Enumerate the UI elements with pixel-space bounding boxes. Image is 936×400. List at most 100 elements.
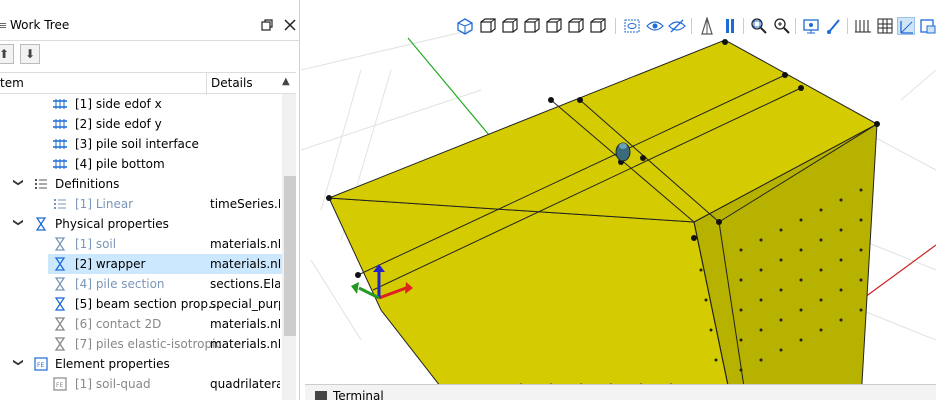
eye-off-icon[interactable]: [668, 17, 686, 35]
constraint-icon: [52, 156, 68, 172]
tree-row[interactable]: [1] soil materials.nD.: [0, 234, 282, 254]
tree-row-label: [1] Linear: [75, 197, 134, 211]
work-tree: [1] side edof x [2] side edof y [3] pile…: [0, 94, 282, 400]
element-icon: FE: [52, 376, 68, 392]
tree-row-details: materials.nD.: [210, 257, 280, 271]
panel-title: Work Tree: [10, 18, 70, 32]
column-divider[interactable]: [206, 73, 207, 95]
tree-row[interactable]: [7] piles elastic-isotropic materials.nD…: [0, 334, 282, 354]
chevron-down-icon[interactable]: ❯: [13, 178, 24, 186]
column-header: tem Details: [0, 72, 296, 95]
tree-group-element-properties[interactable]: ❯ FE Element properties: [0, 354, 282, 374]
vertical-scrollbar[interactable]: [282, 94, 296, 400]
chevron-down-icon[interactable]: ❯: [13, 358, 24, 366]
list-icon: [52, 196, 68, 212]
tree-row-label: [7] piles elastic-isotropic: [75, 337, 223, 351]
toolbar-separator: [615, 18, 616, 34]
view-left-icon[interactable]: [523, 17, 541, 35]
app-window: ≡ Work Tree ⬆ ⬇ tem Details ▲ [1] side: [0, 0, 936, 400]
hourglass-icon: [52, 296, 68, 312]
svg-text:FE: FE: [56, 382, 63, 389]
tree-group-label: Physical properties: [55, 217, 169, 231]
tree-row-label: [2] wrapper: [75, 257, 146, 271]
brush-icon[interactable]: [825, 17, 843, 35]
grid-icon[interactable]: [854, 17, 872, 35]
tree-row[interactable]: [1] Linear timeSeries.Lin: [0, 194, 282, 214]
tree-group-label: Definitions: [55, 177, 120, 191]
3d-viewport[interactable]: [301, 10, 936, 400]
tree-row-label: [5] beam section prop...: [75, 297, 220, 311]
tree-row[interactable]: [6] contact 2D materials.nD.: [0, 314, 282, 334]
zoom-icon[interactable]: [773, 17, 791, 35]
window-icon[interactable]: [919, 17, 936, 35]
eye-icon[interactable]: [646, 17, 664, 35]
tree-row[interactable]: [2] side edof y: [0, 114, 282, 134]
svg-text:FE: FE: [37, 362, 44, 369]
view-iso-icon[interactable]: [456, 17, 474, 35]
toolbar-separator: [795, 18, 796, 34]
tree-row-details: quadrilateral_: [210, 377, 280, 391]
tree-group-definitions[interactable]: ❯ Definitions: [0, 174, 282, 194]
tree-row-label: [2] side edof y: [75, 117, 162, 131]
show-hide-icon[interactable]: [623, 17, 641, 35]
tree-icon: ≡: [0, 19, 7, 32]
hourglass-icon: [52, 256, 68, 272]
tree-row-label: [4] pile bottom: [75, 157, 165, 171]
restore-icon[interactable]: [259, 18, 275, 34]
terminal-tab[interactable]: Terminal: [305, 384, 936, 400]
hourglass-icon: [33, 216, 49, 232]
work-tree-panel: ≡ Work Tree ⬆ ⬇ tem Details ▲ [1] side: [0, 0, 300, 400]
scrollbar-thumb[interactable]: [284, 176, 296, 336]
constraint-icon: [52, 116, 68, 132]
close-icon[interactable]: [282, 18, 298, 34]
y-axis-line: [407, 37, 490, 136]
tree-row-details: materials.nD.: [210, 337, 280, 351]
view-bottom-icon[interactable]: [589, 17, 607, 35]
scroll-up-icon[interactable]: ▲: [282, 76, 290, 87]
model-scene[interactable]: [301, 10, 936, 400]
tree-row[interactable]: FE [1] soil-quad quadrilateral_: [0, 374, 282, 394]
monitor-icon[interactable]: [802, 17, 820, 35]
tree-group-physical-properties[interactable]: ❯ Physical properties: [0, 214, 282, 234]
tree-row[interactable]: [2] wrapper materials.nD.: [0, 254, 282, 274]
hourglass-icon: [52, 336, 68, 352]
tree-row-details: materials.nD.: [210, 237, 280, 251]
tree-row-details: special_purpc: [210, 297, 280, 311]
tree-row-label: [1] side edof x: [75, 97, 162, 111]
pile-marker: [615, 142, 631, 162]
orthographic-icon[interactable]: [721, 17, 739, 35]
tree-group-label: Element properties: [55, 357, 170, 371]
toolbar-separator: [847, 18, 848, 34]
2d-3d-toggle-icon[interactable]: [897, 17, 915, 35]
table-grid-icon[interactable]: [876, 17, 894, 35]
tree-row[interactable]: [1] side edof x: [0, 94, 282, 114]
view-right-icon[interactable]: [545, 17, 563, 35]
tree-row[interactable]: [4] pile section sections.Elast: [0, 274, 282, 294]
perspective-icon[interactable]: [698, 15, 716, 35]
terminal-icon: [315, 391, 327, 400]
move-down-button[interactable]: ⬇: [20, 44, 40, 64]
view-back-icon[interactable]: [501, 17, 519, 35]
tree-row[interactable]: [4] pile bottom: [0, 154, 282, 174]
view-front-icon[interactable]: [479, 17, 497, 35]
tree-row-label: [4] pile section: [75, 277, 165, 291]
chevron-down-icon[interactable]: ❯: [13, 218, 24, 226]
list-icon: [33, 176, 49, 192]
tree-row-label: [1] soil: [75, 237, 117, 251]
tree-row-label: [3] pile soil interface: [75, 137, 199, 151]
column-item[interactable]: tem: [0, 76, 24, 90]
zoom-fit-icon[interactable]: [750, 17, 768, 35]
toolbar-separator: [743, 18, 744, 34]
tree-row-details: sections.Elast: [210, 277, 280, 291]
column-details[interactable]: Details: [211, 76, 253, 90]
tree-row[interactable]: [5] beam section prop... special_purpc: [0, 294, 282, 314]
toolbar-separator: [691, 18, 692, 34]
hourglass-icon: [52, 236, 68, 252]
tree-row[interactable]: [3] pile soil interface: [0, 134, 282, 154]
element-icon: FE: [33, 356, 49, 372]
hourglass-icon: [52, 276, 68, 292]
view-top-icon[interactable]: [567, 17, 585, 35]
hourglass-icon: [52, 316, 68, 332]
move-up-button[interactable]: ⬆: [0, 44, 14, 64]
constraint-icon: [52, 96, 68, 112]
